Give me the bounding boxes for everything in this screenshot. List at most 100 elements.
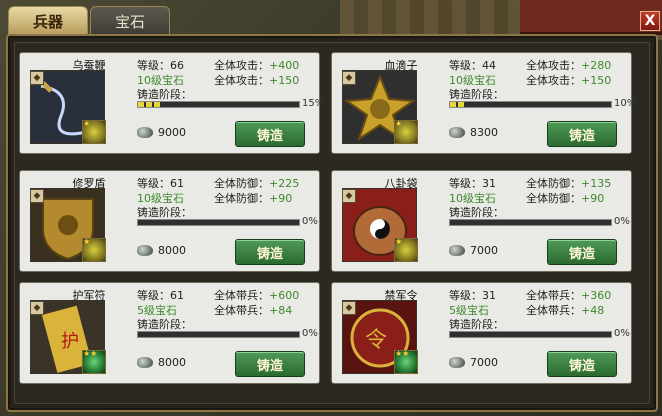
forge-button[interactable]: 铸造 bbox=[235, 239, 305, 265]
forge-cost-value: 8300 bbox=[470, 126, 498, 139]
item-level: 等级：44 bbox=[449, 59, 496, 72]
tab-gems[interactable]: 宝石 bbox=[90, 6, 170, 36]
ore-icon bbox=[449, 357, 465, 368]
item-card: 八卦袋 ◆ ★ 等级：31 全体防御：+135 10级宝石 全体防御：+90 铸… bbox=[331, 170, 632, 272]
item-type-icon: ◆ bbox=[30, 301, 44, 315]
forge-progress-bar bbox=[449, 101, 612, 108]
item-type-icon: ◆ bbox=[30, 189, 44, 203]
forge-cost-value: 8000 bbox=[158, 356, 186, 369]
gem-slot-icon[interactable]: ★★ bbox=[394, 349, 418, 374]
forge-cost-value: 8000 bbox=[158, 244, 186, 257]
stat-primary-label: 全体防御： bbox=[214, 177, 269, 190]
forge-stage-label: 铸造阶段： bbox=[449, 88, 504, 101]
star-rating-icon: ★★ bbox=[395, 349, 410, 358]
forge-cost: 8000 bbox=[137, 356, 186, 369]
stat-primary-value: +600 bbox=[269, 289, 300, 302]
forge-progress-percent: 15% bbox=[302, 98, 325, 109]
forge-stage-label: 铸造阶段： bbox=[137, 88, 192, 101]
forge-button[interactable]: 铸造 bbox=[547, 351, 617, 377]
forge-stage-label: 铸造阶段： bbox=[449, 318, 504, 331]
ore-icon bbox=[449, 127, 465, 138]
item-level: 等级：66 bbox=[137, 59, 184, 72]
stat-bonus: 全体带兵：+84 bbox=[214, 302, 292, 318]
forge-progress-fill bbox=[450, 102, 467, 107]
stat-bonus-value: +84 bbox=[269, 304, 293, 317]
stat-primary-value: +280 bbox=[581, 59, 612, 72]
ore-icon bbox=[137, 245, 153, 256]
forge-cost: 8000 bbox=[137, 244, 186, 257]
forge-stage-label: 铸造阶段： bbox=[137, 206, 192, 219]
close-button[interactable]: X bbox=[640, 11, 660, 31]
stat-bonus-label: 全体防御： bbox=[214, 192, 269, 205]
item-type-icon: ◆ bbox=[342, 71, 356, 85]
stat-primary-label: 全体带兵： bbox=[526, 289, 581, 302]
forge-stage-label: 铸造阶段： bbox=[449, 206, 504, 219]
forge-cost: 9000 bbox=[137, 126, 186, 139]
star-rating-icon: ★ bbox=[83, 119, 91, 128]
stat-bonus: 全体带兵：+48 bbox=[526, 302, 604, 318]
star-rating-icon: ★ bbox=[395, 119, 403, 128]
forge-button[interactable]: 铸造 bbox=[235, 121, 305, 147]
stat-primary-label: 全体带兵： bbox=[214, 289, 269, 302]
stat-bonus: 全体攻击：+150 bbox=[214, 72, 299, 88]
item-card: 修罗盾 ◆ ★ 等级：61 全体防御：+225 10级宝石 全体防御：+90 铸… bbox=[19, 170, 320, 272]
stat-primary: 全体防御：+135 bbox=[526, 175, 611, 191]
item-card: 血滴子 ◆ ★ 等级：44 全体攻击：+280 10级宝石 全体攻击：+150 … bbox=[331, 52, 636, 154]
item-level: 等级：61 bbox=[137, 177, 184, 190]
forge-cost: 7000 bbox=[449, 244, 498, 257]
item-card: 乌蚕鞭 ◆ ★ 等级：66 全体攻击：+400 10级宝石 全体攻击：+150 … bbox=[19, 52, 324, 154]
ore-icon bbox=[137, 357, 153, 368]
stat-primary: 全体攻击：+280 bbox=[526, 57, 611, 73]
gem-slot-icon[interactable]: ★ bbox=[394, 237, 418, 262]
item-level: 等级：31 bbox=[449, 177, 496, 190]
stat-primary: 全体攻击：+400 bbox=[214, 57, 299, 73]
item-card: 护军符 护 ◆ ★★ 等级：61 全体带兵：+600 5级宝石 全体带兵：+84… bbox=[19, 282, 320, 384]
stat-primary-label: 全体攻击： bbox=[214, 59, 269, 72]
forge-cost-value: 7000 bbox=[470, 244, 498, 257]
star-rating-icon: ★ bbox=[395, 237, 403, 246]
forge-cost: 8300 bbox=[449, 126, 498, 139]
forge-progress-percent: 0% bbox=[614, 216, 630, 227]
stat-bonus-value: +150 bbox=[581, 74, 612, 87]
stat-bonus-value: +90 bbox=[269, 192, 293, 205]
forge-button[interactable]: 铸造 bbox=[547, 121, 617, 147]
forge-button[interactable]: 铸造 bbox=[547, 239, 617, 265]
forge-progress-bar bbox=[137, 331, 300, 338]
item-type-icon: ◆ bbox=[342, 189, 356, 203]
item-type-icon: ◆ bbox=[30, 71, 44, 85]
stat-bonus-value: +48 bbox=[581, 304, 605, 317]
item-type-icon: ◆ bbox=[342, 301, 356, 315]
stat-primary: 全体带兵：+360 bbox=[526, 287, 611, 303]
stat-primary-value: +225 bbox=[269, 177, 300, 190]
tab-weapons[interactable]: 兵器 bbox=[8, 6, 88, 36]
forge-progress-bar bbox=[137, 101, 300, 108]
forge-button[interactable]: 铸造 bbox=[235, 351, 305, 377]
stat-primary-label: 全体防御： bbox=[526, 177, 581, 190]
forge-progress-percent: 0% bbox=[614, 328, 630, 339]
svg-text:护: 护 bbox=[61, 331, 79, 352]
gem-slot-icon[interactable]: ★ bbox=[82, 237, 106, 262]
stat-bonus-label: 全体带兵： bbox=[214, 304, 269, 317]
stat-bonus-label: 全体带兵： bbox=[526, 304, 581, 317]
forge-cost-value: 7000 bbox=[470, 356, 498, 369]
forge-cost: 7000 bbox=[449, 356, 498, 369]
forge-cost-value: 9000 bbox=[158, 126, 186, 139]
gem-slot-icon[interactable]: ★ bbox=[82, 119, 106, 144]
item-level: 等级：31 bbox=[449, 289, 496, 302]
item-card: 禁军令 令 ◆ ★★ 等级：31 全体带兵：+360 5级宝石 全体带兵：+48… bbox=[331, 282, 632, 384]
stat-primary-value: +135 bbox=[581, 177, 612, 190]
stat-bonus: 全体防御：+90 bbox=[526, 190, 604, 206]
stat-primary-value: +360 bbox=[581, 289, 612, 302]
stat-bonus: 全体防御：+90 bbox=[214, 190, 292, 206]
forge-progress-percent: 10% bbox=[614, 98, 637, 109]
svg-text:令: 令 bbox=[365, 328, 387, 353]
gem-slot-icon[interactable]: ★★ bbox=[82, 349, 106, 374]
stat-primary: 全体带兵：+600 bbox=[214, 287, 299, 303]
stat-bonus-label: 全体攻击： bbox=[214, 74, 269, 87]
forge-stage-label: 铸造阶段： bbox=[137, 318, 192, 331]
gem-slot-icon[interactable]: ★ bbox=[394, 119, 418, 144]
stat-bonus: 全体攻击：+150 bbox=[526, 72, 611, 88]
forge-progress-percent: 0% bbox=[302, 328, 318, 339]
stat-primary-value: +400 bbox=[269, 59, 300, 72]
forge-progress-bar bbox=[449, 331, 612, 338]
